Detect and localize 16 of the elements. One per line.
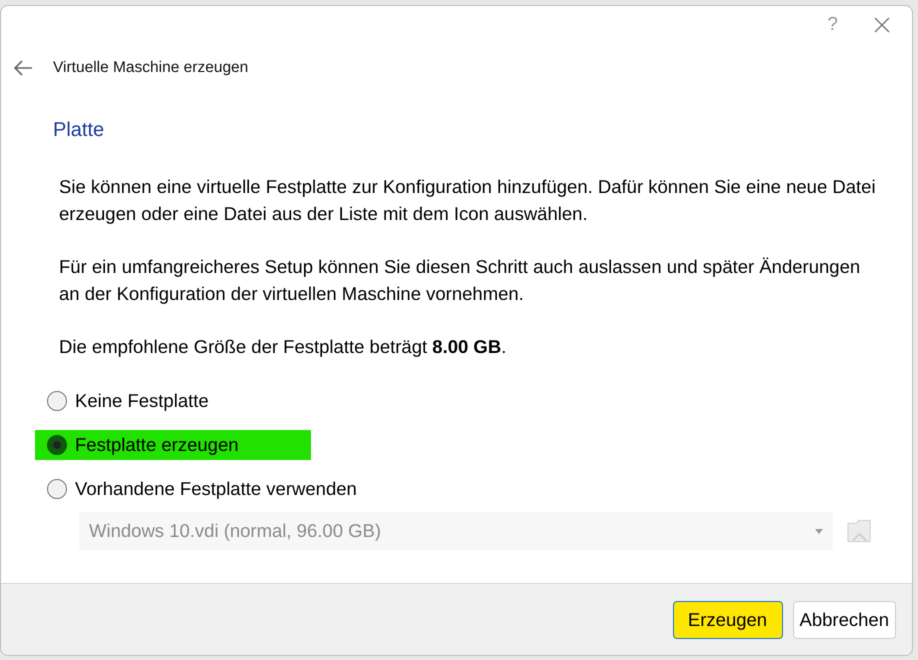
section-title: Platte	[53, 118, 106, 144]
paragraph: Sie können eine virtuelle Festplatte zur Konfiguration hinzufügen. Dafür können Sie eine neue Datei erzeugen oder eine Datei aus der Liste mit dem Icon auswählen.	[59, 175, 877, 226]
radio-label: Festplatte erzeugen	[75, 433, 239, 458]
radio-label: Keine Festplatte	[75, 389, 209, 414]
dialog-button[interactable]: Erzeugen	[672, 600, 783, 638]
paragraph: Die empfohlene Größe der Festplatte beträgt 8.00 GB.	[59, 335, 508, 360]
caret-icon	[814, 528, 823, 534]
back-arrow-icon[interactable]	[13, 60, 33, 76]
radio-button[interactable]	[47, 479, 67, 500]
close-icon[interactable]	[874, 17, 890, 33]
radio-button[interactable]	[47, 391, 67, 412]
wizard-title: Virtuelle Maschine erzeugen	[53, 58, 248, 78]
radio-label: Vorhandene Festplatte verwenden	[75, 477, 357, 502]
radio-button[interactable]	[47, 435, 67, 456]
dialog-button[interactable]: Abbrechen	[792, 600, 896, 638]
paragraph: Für ein umfangreicheres Setup können Sie diesen Schritt auch auslassen und später Änderungen an der Konfiguration der virtuellen Maschine vornehmen.	[59, 255, 862, 306]
